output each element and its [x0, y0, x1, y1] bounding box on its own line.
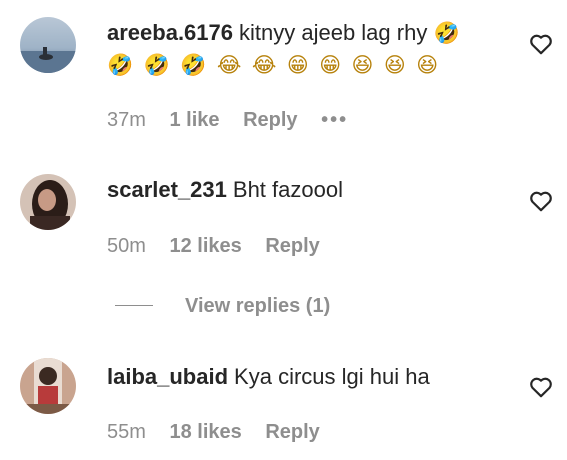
avatar[interactable] [20, 358, 76, 414]
comment-text: Kya circus lgi hui ha [234, 364, 430, 389]
comment-item: laiba_ubaid Kya circus lgi hui ha 55m 18 … [0, 0, 567, 460]
comment-username[interactable]: laiba_ubaid [107, 364, 228, 389]
comment-time: 55m [107, 421, 146, 443]
comment-meta: 55m 18 likes Reply [107, 420, 338, 444]
likes-count[interactable]: 18 likes [169, 420, 241, 444]
comment-text-line: laiba_ubaid Kya circus lgi hui ha [107, 362, 430, 392]
reply-button[interactable]: Reply [265, 420, 319, 444]
heart-outline-icon[interactable] [528, 374, 554, 400]
